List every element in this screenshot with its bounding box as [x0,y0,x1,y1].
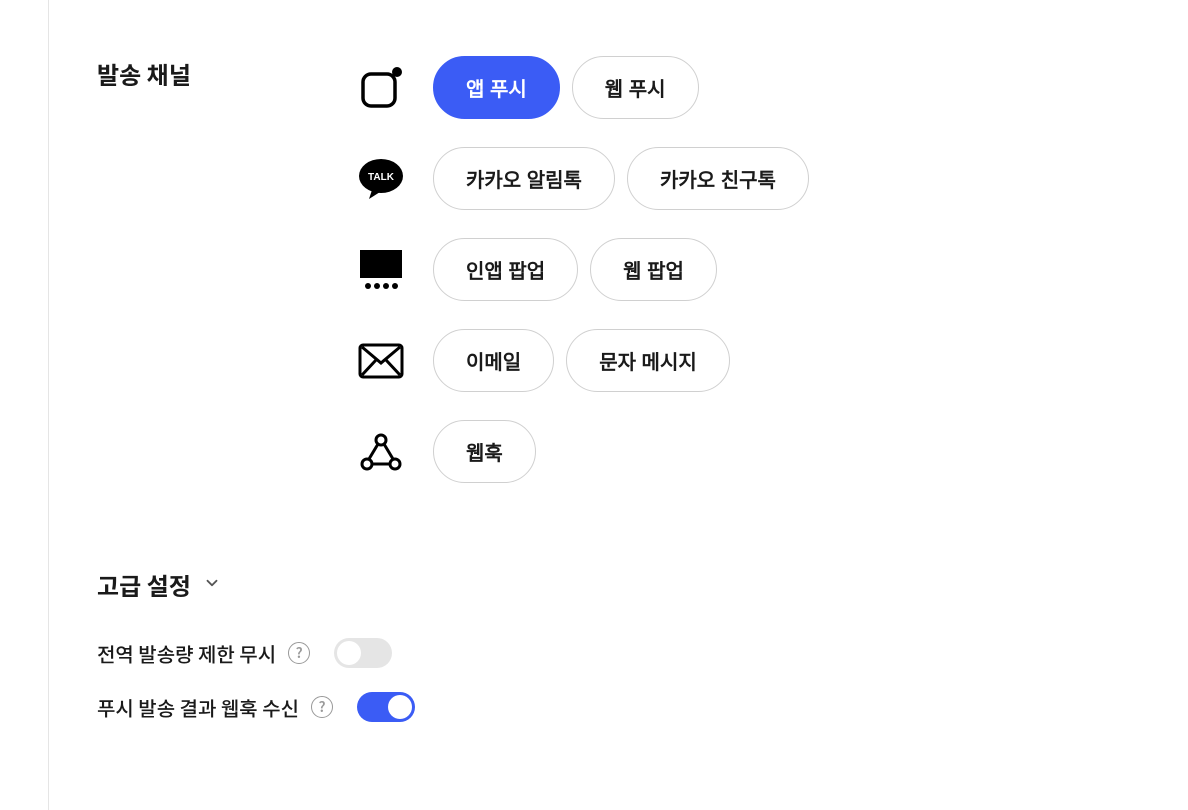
setting-label: 전역 발송량 제한 무시 [97,639,276,668]
channel-row-webhook: 웹훅 [357,420,809,483]
chevron-down-icon [203,573,221,597]
mail-icon [357,337,405,385]
setting-label: 푸시 발송 결과 웹훅 수신 [97,693,299,722]
webhook-icon [357,428,405,476]
popup-icon [357,246,405,294]
channel-row-talk: TALK 카카오 알림톡 카카오 친구톡 [357,147,809,210]
chip-email[interactable]: 이메일 [433,329,554,392]
toggle-global-limit-ignore[interactable] [334,638,392,668]
svg-text:TALK: TALK [368,172,395,183]
chip-inapp-popup[interactable]: 인앱 팝업 [433,238,578,301]
chip-webhook[interactable]: 웹훅 [433,420,536,483]
chip-web-push[interactable]: 웹 푸시 [572,56,699,119]
channel-row-push: 앱 푸시 웹 푸시 [357,56,809,119]
help-icon[interactable]: ? [288,642,310,664]
advanced-settings-toggle[interactable]: 고급 설정 [97,567,1188,602]
setting-push-result-webhook: 푸시 발송 결과 웹훅 수신 ? [97,692,1188,722]
channel-row-popup: 인앱 팝업 웹 팝업 [357,238,809,301]
chip-kakao-alimtalk[interactable]: 카카오 알림톡 [433,147,615,210]
chip-app-push[interactable]: 앱 푸시 [433,56,560,119]
chip-web-popup[interactable]: 웹 팝업 [590,238,717,301]
toggle-push-result-webhook[interactable] [357,692,415,722]
talk-icon: TALK [357,155,405,203]
help-icon[interactable]: ? [311,696,333,718]
push-icon [357,64,405,112]
chip-kakao-friendtalk[interactable]: 카카오 친구톡 [627,147,809,210]
advanced-settings-title: 고급 설정 [97,567,191,602]
section-title-channels: 발송 채널 [97,56,297,91]
channel-row-mail: 이메일 문자 메시지 [357,329,809,392]
chip-sms[interactable]: 문자 메시지 [566,329,730,392]
setting-global-limit-ignore: 전역 발송량 제한 무시 ? [97,638,1188,668]
